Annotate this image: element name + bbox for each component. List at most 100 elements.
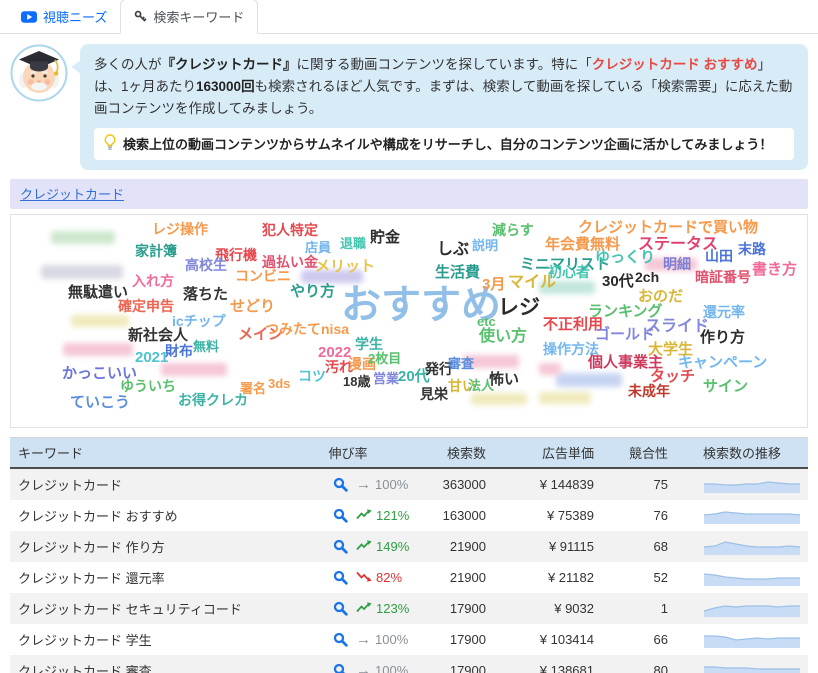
cloud-word[interactable]: 説明 (472, 239, 498, 252)
blurred-word (41, 264, 123, 279)
trend-flat-icon: → (356, 475, 371, 493)
cloud-word[interactable]: ゆういち (120, 379, 176, 393)
keyword-link[interactable]: クレジットカード (20, 187, 124, 202)
keyword-cell: クレジットカード 審査 (18, 663, 152, 673)
cloud-word[interactable]: 2022 (318, 345, 351, 360)
cloud-word[interactable]: 未成年 (628, 384, 670, 398)
cloud-word[interactable]: コツ (298, 369, 326, 383)
cloud-word[interactable]: せどり (230, 299, 275, 314)
cloud-word[interactable]: 18歳 (343, 375, 370, 388)
cloud-word[interactable]: レジ (498, 297, 540, 318)
cloud-word[interactable]: 暗証番号 (695, 270, 751, 284)
cloud-word[interactable]: 末路 (738, 242, 766, 256)
table-row: クレジットカード おすすめ 121% 163000 ¥ 75389 76 (10, 499, 808, 531)
cloud-word[interactable]: 店員 (305, 241, 331, 254)
cloud-word[interactable]: お得クレカ (178, 393, 248, 407)
cloud-word[interactable]: 営業 (373, 372, 399, 385)
cloud-word[interactable]: 30代 (602, 274, 634, 289)
tab-viewing-needs[interactable]: 視聴ニーズ (8, 0, 120, 33)
cloud-word[interactable]: 犯人特定 (262, 223, 318, 237)
cloud-word[interactable]: 確定申告 (118, 299, 174, 313)
cloud-word[interactable]: クレジットカードで買い物 (578, 220, 758, 235)
cloud-word[interactable]: 家計簿 (135, 244, 177, 258)
cloud-word[interactable]: 使い方 (479, 328, 527, 345)
search-lookup-button[interactable] (288, 531, 348, 562)
cloud-word[interactable]: つみたてnisa (265, 322, 349, 336)
cloud-word[interactable]: メリット (315, 259, 375, 274)
cloud-word[interactable]: コンビニ (235, 269, 291, 283)
search-lookup-button[interactable] (288, 500, 348, 531)
cloud-word[interactable]: 2枚目 (368, 352, 401, 365)
cloud-word[interactable]: レジ操作 (152, 222, 208, 236)
growth-cell: → 100% (348, 655, 408, 673)
cloud-word[interactable]: 入れ方 (132, 274, 174, 288)
cpc-cell: ¥ 75389 (547, 507, 594, 523)
search-lookup-button[interactable] (288, 593, 348, 624)
cloud-word[interactable]: おのだ (638, 289, 683, 304)
cloud-word[interactable]: 2ch (635, 270, 659, 284)
search-volume-cell: 17900 (449, 600, 486, 616)
cloud-word[interactable]: 貯金 (370, 230, 400, 245)
tab-bar: 視聴ニーズ 検索キーワード (0, 0, 818, 34)
search-lookup-button[interactable] (288, 562, 348, 593)
search-lookup-button[interactable] (288, 468, 348, 500)
col-cpc[interactable]: 広告単価 (494, 436, 602, 469)
cloud-word[interactable]: 財布 (165, 344, 193, 358)
cloud-word[interactable]: 見栄 (420, 387, 448, 401)
keyword-cell: クレジットカード おすすめ (18, 508, 178, 524)
col-growth[interactable]: 伸び率 (288, 436, 408, 469)
cloud-word[interactable]: ていこう (70, 395, 130, 410)
cloud-word[interactable]: 過払い金 (262, 255, 318, 269)
magnifier-icon (296, 663, 348, 673)
cloud-word[interactable]: 生活費 (435, 265, 480, 280)
advice-text-segment: 『クレジットカード』 (161, 57, 297, 72)
cloud-word[interactable]: 山田 (705, 249, 733, 263)
competition-cell: 68 (653, 538, 668, 554)
competition-cell: 52 (653, 569, 668, 585)
col-trend-chart[interactable]: 検索数の推移 (676, 436, 808, 469)
trend-sparkline (676, 531, 808, 562)
cloud-word[interactable]: 不正利用 (543, 317, 603, 332)
cloud-word[interactable]: icチップ (172, 314, 226, 328)
cloud-word[interactable]: 退職 (340, 237, 366, 250)
search-lookup-button[interactable] (288, 655, 348, 673)
cpc-cell: ¥ 103414 (539, 631, 594, 647)
cloud-word[interactable]: 署名 (240, 382, 266, 395)
cloud-word[interactable]: ゆっくり (595, 250, 655, 265)
competition-cell: 66 (653, 631, 668, 647)
cloud-word[interactable]: 作り方 (700, 330, 745, 345)
trend-flat-icon: → (356, 630, 371, 648)
cloud-word[interactable]: etc (477, 315, 496, 328)
cloud-word[interactable]: 明細 (663, 257, 691, 271)
col-search-volume[interactable]: 検索数 (408, 436, 494, 469)
growth-value: 121% (376, 507, 410, 523)
cloud-word[interactable]: 減らす (492, 223, 534, 237)
search-lookup-button[interactable] (288, 624, 348, 655)
cloud-word[interactable]: やり方 (290, 284, 335, 299)
magnifier-icon (296, 570, 348, 585)
competition-cell: 75 (653, 476, 668, 492)
cloud-word[interactable]: 初心者 (548, 265, 590, 279)
cloud-word[interactable]: 3ds (268, 377, 290, 390)
cloud-word[interactable]: タッチ (650, 369, 695, 384)
cloud-word[interactable]: 2021 (135, 350, 168, 365)
col-keyword[interactable]: キーワード (10, 436, 288, 469)
cloud-word[interactable]: サイン (703, 379, 748, 394)
keyword-cell: クレジットカード (18, 477, 123, 493)
col-competition[interactable]: 競合性 (602, 436, 676, 469)
cloud-word[interactable]: 書き方 (752, 262, 797, 277)
tab-search-keywords[interactable]: 検索キーワード (120, 0, 259, 34)
cloud-word[interactable]: しぶ (437, 241, 469, 258)
trend-sparkline (676, 562, 808, 593)
key-icon (134, 10, 147, 23)
cloud-word[interactable]: 学生 (355, 337, 383, 351)
cloud-word[interactable]: 還元率 (703, 305, 745, 319)
cloud-word[interactable]: 怖い (489, 372, 519, 387)
cloud-word[interactable]: 落ちた (183, 287, 228, 302)
tip-box: 検索上位の動画コンテンツからサムネイルや構成をリサーチし、自分のコンテンツ企画に… (94, 127, 794, 160)
cloud-word[interactable]: 3月 (482, 277, 505, 292)
cloud-word[interactable]: 高校生 (185, 258, 227, 272)
cloud-word[interactable]: 審査 (448, 357, 474, 370)
cloud-word[interactable]: 無料 (193, 340, 219, 353)
cloud-word[interactable]: 新社会人 (128, 328, 188, 343)
